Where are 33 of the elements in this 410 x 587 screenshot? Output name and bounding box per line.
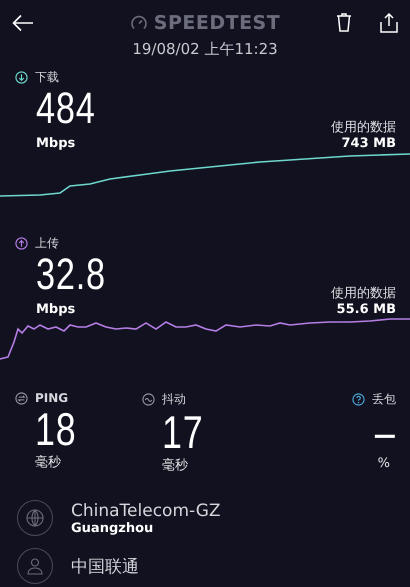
- metric-label: 抖动: [162, 391, 186, 408]
- metric-unit: 毫秒: [162, 457, 188, 474]
- test-date: 19/08/02 上午11:23: [132, 40, 278, 59]
- app-title: SPEEDTEST: [154, 12, 280, 34]
- speed-value: 484: [36, 86, 96, 132]
- server-location: Guangzhou: [71, 520, 154, 536]
- data-used-label: 使用的数据: [331, 119, 396, 136]
- provider-name: 中国联通: [71, 556, 139, 578]
- help-icon: [352, 393, 365, 406]
- gauge-icon: [130, 14, 148, 32]
- wave-icon: [142, 393, 155, 406]
- server-name: ChinaTelecom-GZ: [71, 500, 221, 520]
- metric-label: 丢包: [372, 391, 396, 408]
- globe-icon: [17, 500, 53, 536]
- trash-icon[interactable]: [336, 13, 352, 33]
- metric-value: –: [375, 408, 396, 456]
- speed-unit: Mbps: [36, 136, 76, 152]
- data-used-label: 使用的数据: [331, 285, 396, 302]
- person-icon: [17, 548, 53, 584]
- back-arrow-icon[interactable]: [12, 14, 34, 32]
- ping-icon: [15, 392, 28, 404]
- metric-value: 18: [35, 405, 76, 454]
- metric-value: 17: [162, 408, 204, 456]
- share-icon[interactable]: [380, 13, 398, 33]
- metric-label: PING: [35, 391, 68, 405]
- data-used-value: 743 MB: [341, 136, 396, 152]
- data-used-value: 55.6 MB: [336, 302, 396, 318]
- metric-unit: 毫秒: [35, 454, 61, 472]
- speed-label: 下载: [35, 69, 59, 86]
- metric-unit: %: [378, 456, 390, 472]
- speed-label: 上传: [35, 235, 59, 252]
- speed-value: 32.8: [36, 252, 106, 298]
- speed-unit: Mbps: [36, 302, 76, 318]
